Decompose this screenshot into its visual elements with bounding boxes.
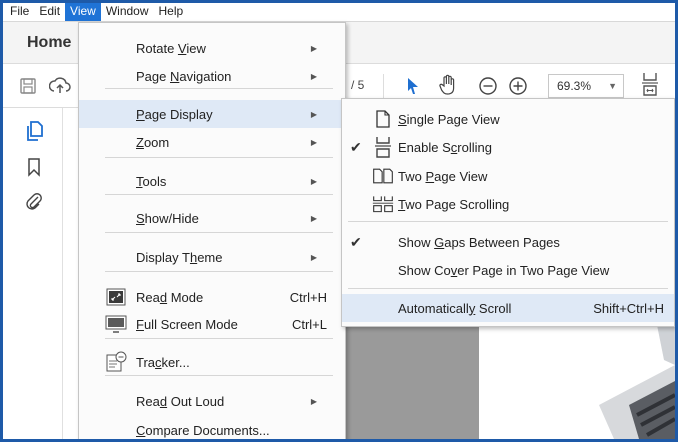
- laptop-image: [599, 325, 676, 439]
- menu-item-page-navigation[interactable]: Page Navigation ▶: [79, 62, 345, 90]
- tab-home[interactable]: Home: [27, 34, 71, 52]
- full-screen-icon: [105, 313, 127, 335]
- submenu-arrow-icon: ▶: [310, 396, 317, 406]
- menu-item-label: Display Theme: [136, 249, 223, 265]
- menu-item-label: Zoom: [136, 134, 170, 150]
- select-arrow-icon[interactable]: [402, 75, 424, 97]
- menu-item-read-out-loud[interactable]: Read Out Loud ▶: [79, 387, 345, 415]
- menu-separator: [105, 194, 333, 195]
- menu-item-label: Full Screen Mode: [136, 316, 238, 332]
- menu-separator: [105, 271, 333, 272]
- bookmark-icon[interactable]: [23, 156, 45, 178]
- zoom-out-icon[interactable]: [477, 75, 499, 97]
- menu-item-label: Rotate View: [136, 40, 206, 56]
- menu-item-label: Single Page View: [398, 111, 500, 127]
- upload-icon[interactable]: [49, 75, 71, 97]
- menu-item-label: Show/Hide: [136, 210, 199, 226]
- menu-item-show-hide[interactable]: Show/Hide ▶: [79, 204, 345, 232]
- menu-item-full-screen-mode[interactable]: Full Screen Mode Ctrl+L: [79, 310, 345, 338]
- hand-tool-icon[interactable]: [437, 74, 459, 96]
- menu-item-single-page-view[interactable]: Single Page View: [342, 105, 674, 133]
- menu-item-shortcut: Shift+Ctrl+H: [593, 300, 664, 316]
- menu-separator: [105, 338, 333, 339]
- menu-item-show-gaps-between-pages[interactable]: ✔ Show Gaps Between Pages: [342, 228, 674, 256]
- menu-item-compare-documents[interactable]: Compare Documents...: [79, 416, 345, 442]
- menu-window[interactable]: Window: [101, 1, 154, 21]
- two-page-scrolling-icon: [372, 193, 394, 215]
- submenu-arrow-icon: ▶: [310, 213, 317, 223]
- menu-item-two-page-view[interactable]: Two Page View: [342, 162, 674, 190]
- menu-item-tools[interactable]: Tools ▶: [79, 167, 345, 195]
- submenu-arrow-icon: ▶: [310, 137, 317, 147]
- page-display-submenu: Single Page View ✔ Enable Scrolling Two Pag…: [341, 98, 675, 327]
- menu-bar: File Edit View Window Help: [0, 0, 678, 22]
- menu-item-shortcut: Ctrl+L: [291, 316, 327, 332]
- menu-item-rotate-view[interactable]: Rotate View ▶: [79, 34, 345, 62]
- menu-item-page-display[interactable]: Page Display ▶: [79, 100, 345, 128]
- attachment-icon[interactable]: [23, 190, 45, 212]
- zoom-select[interactable]: 69.3% ▼: [548, 74, 624, 98]
- submenu-arrow-icon: ▶: [310, 43, 317, 53]
- read-mode-icon: [105, 286, 127, 308]
- submenu-arrow-icon: ▶: [310, 252, 317, 262]
- scrolling-icon: [372, 136, 394, 158]
- menu-separator: [105, 88, 333, 89]
- scroll-mode-icon[interactable]: [639, 73, 661, 96]
- menu-item-label: Compare Documents...: [136, 422, 270, 438]
- checkmark-icon: ✔: [350, 233, 362, 250]
- menu-item-display-theme[interactable]: Display Theme ▶: [79, 243, 345, 271]
- menu-item-label: Page Display: [136, 106, 213, 122]
- menu-separator: [348, 221, 668, 222]
- menu-item-zoom[interactable]: Zoom ▶: [79, 128, 345, 156]
- menu-item-label: Tracker...: [136, 354, 190, 370]
- two-page-icon: [372, 165, 394, 187]
- menu-help[interactable]: Help: [154, 1, 189, 21]
- menu-item-enable-scrolling[interactable]: ✔ Enable Scrolling: [342, 133, 674, 161]
- menu-item-automatically-scroll[interactable]: Automatically Scroll Shift+Ctrl+H: [342, 294, 674, 322]
- page-count: / 5: [351, 78, 365, 92]
- menu-edit[interactable]: Edit: [34, 1, 65, 21]
- menu-item-label: Show Cover Page in Two Page View: [398, 262, 610, 278]
- menu-item-label: Tools: [136, 173, 167, 189]
- view-menu: Rotate View ▶ Page Navigation ▶ Page Display…: [78, 22, 346, 442]
- menu-item-label: Two Page Scrolling: [398, 196, 510, 212]
- menu-item-read-mode[interactable]: Read Mode Ctrl+H: [79, 283, 345, 311]
- zoom-value: 69.3%: [557, 79, 592, 93]
- submenu-arrow-icon: ▶: [310, 176, 317, 186]
- tracker-icon: [105, 351, 127, 373]
- left-navigation-rail: [3, 108, 63, 439]
- pages-panel-icon[interactable]: [23, 120, 45, 142]
- menu-item-show-cover-page-in-two-page-view[interactable]: Show Cover Page in Two Page View: [342, 256, 674, 284]
- menu-item-label: Page Navigation: [136, 68, 232, 84]
- zoom-in-icon[interactable]: [507, 75, 529, 97]
- submenu-arrow-icon: ▶: [310, 71, 317, 81]
- menu-separator: [105, 157, 333, 158]
- menu-separator: [105, 232, 333, 233]
- save-icon[interactable]: [17, 75, 39, 97]
- single-page-icon: [372, 108, 394, 130]
- menu-item-label: Automatically Scroll: [398, 300, 512, 316]
- menu-file[interactable]: File: [5, 1, 34, 21]
- checkmark-icon: ✔: [350, 138, 362, 155]
- document-page[interactable]: [479, 325, 676, 439]
- menu-item-shortcut: Ctrl+H: [289, 289, 327, 305]
- menu-item-label: Read Mode: [136, 289, 204, 305]
- menu-item-tracker[interactable]: Tracker...: [79, 348, 345, 376]
- menu-item-label: Two Page View: [398, 168, 488, 184]
- toolbar-divider: [383, 74, 384, 98]
- menu-item-label: Enable Scrolling: [398, 139, 492, 155]
- menu-separator: [105, 375, 333, 376]
- chevron-down-icon: ▼: [608, 81, 617, 91]
- submenu-arrow-icon: ▶: [310, 109, 317, 119]
- menu-view[interactable]: View: [65, 0, 101, 21]
- menu-item-label: Read Out Loud: [136, 393, 225, 409]
- menu-item-two-page-scrolling[interactable]: Two Page Scrolling: [342, 190, 674, 218]
- menu-item-label: Show Gaps Between Pages: [398, 234, 560, 250]
- menu-separator: [348, 288, 668, 289]
